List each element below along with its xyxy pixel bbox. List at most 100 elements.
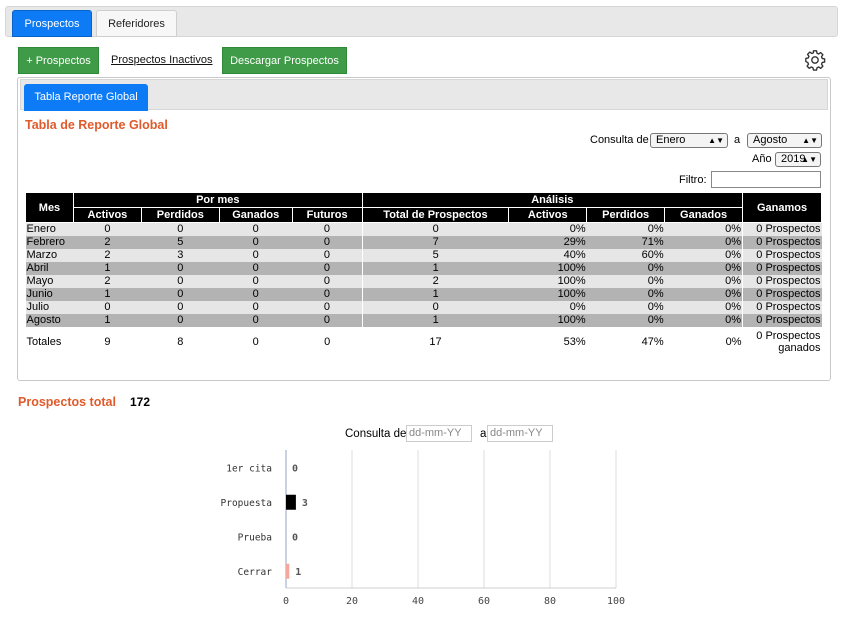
- total-prospects-label: Prospectos total: [18, 395, 116, 409]
- bar-value-label: 3: [302, 498, 308, 509]
- header-por-mes: Por mes: [72, 192, 363, 208]
- to-month-value: Agosto: [753, 134, 788, 146]
- table-row: Enero 0 0 0 0 0 0% 0% 0% 0 Prospectos: [25, 222, 822, 236]
- cell-total: 0: [361, 301, 509, 314]
- consulta-label: Consulta de: [590, 134, 649, 146]
- cell-perdidos: 0: [141, 222, 220, 236]
- totals-row: Totales 9 8 0 0 17 53% 47% 0% 0 Prospectos ganado…: [25, 327, 822, 356]
- cell-activos: 1: [73, 314, 142, 327]
- cell-ganados-pct: 0%: [664, 222, 743, 236]
- tab-prospectos[interactable]: Prospectos: [12, 10, 92, 37]
- cell-ganados: 0: [219, 275, 293, 288]
- cell-activos-pct: 100%: [508, 314, 587, 327]
- cell-activos-pct: 40%: [508, 249, 587, 262]
- table-row: Abril 1 0 0 0 1 100% 0% 0% 0 Prospectos: [25, 262, 822, 275]
- x-tick-label: 0: [283, 596, 289, 607]
- total-activos-pct: 53%: [508, 327, 587, 356]
- cell-perdidos: 0: [141, 314, 220, 327]
- cell-perdidos-pct: 71%: [586, 236, 665, 249]
- cell-ganamos: 0 Prospectos: [742, 262, 822, 275]
- cell-total: 0: [361, 222, 509, 236]
- header-perdidos-pct: Perdidos: [586, 207, 666, 223]
- from-month-select[interactable]: Enero ▲▼: [650, 133, 728, 148]
- bar-value-label: 0: [292, 463, 298, 474]
- cell-ganamos: 0 Prospectos: [742, 288, 822, 301]
- cell-ganados-pct: 0%: [664, 275, 743, 288]
- cell-ganamos: 0 Prospectos: [742, 301, 822, 314]
- total-activos: 9: [73, 327, 142, 356]
- date-consulta-label: Consulta de: [345, 428, 407, 440]
- cell-perdidos: 3: [141, 249, 220, 262]
- tab-referidores[interactable]: Referidores: [96, 10, 177, 37]
- x-tick-label: 80: [544, 596, 556, 607]
- cell-activos-pct: 100%: [508, 262, 587, 275]
- cell-total: 1: [361, 262, 509, 275]
- gear-icon[interactable]: [804, 49, 826, 71]
- header-ganados-pct: Ganados: [664, 207, 744, 223]
- table-row: Julio 0 0 0 0 0 0% 0% 0% 0 Prospectos: [25, 301, 822, 314]
- table-row: Marzo 2 3 0 0 5 40% 60% 0% 0 Prospectos: [25, 249, 822, 262]
- header-activos: Activos: [72, 207, 142, 223]
- total-perdidos-pct: 47%: [586, 327, 665, 356]
- header-ganados: Ganados: [218, 207, 293, 223]
- cell-ganados: 0: [219, 249, 293, 262]
- x-tick-label: 40: [412, 596, 424, 607]
- cell-futuros: 0: [292, 249, 363, 262]
- total-ganados: 0: [219, 327, 293, 356]
- header-ganamos: Ganamos: [742, 192, 822, 223]
- inactive-prospects-link[interactable]: Prospectos Inactivos: [111, 54, 213, 66]
- cell-mes: Agosto: [25, 314, 74, 327]
- cell-futuros: 0: [292, 275, 363, 288]
- y-category-label: Cerrar: [238, 567, 273, 578]
- to-month-select[interactable]: Agosto ▲▼: [747, 133, 822, 148]
- filter-input[interactable]: [711, 171, 821, 188]
- cell-activos-pct: 100%: [508, 288, 587, 301]
- cell-ganados: 0: [219, 262, 293, 275]
- tab-report-global[interactable]: Tabla Reporte Global: [24, 84, 148, 111]
- x-tick-label: 100: [607, 596, 625, 607]
- cell-activos: 0: [73, 301, 142, 314]
- cell-ganados-pct: 0%: [664, 288, 743, 301]
- bar: [286, 494, 296, 510]
- year-select[interactable]: 2019 ▲▼: [775, 152, 821, 167]
- table-row: Febrero 2 5 0 0 7 29% 71% 0% 0 Prospectos: [25, 236, 822, 249]
- a-label: a: [734, 134, 741, 146]
- cell-mes: Mayo: [25, 275, 74, 288]
- header-total-prospectos: Total de Prospectos: [361, 207, 510, 223]
- report-panel: Tabla Reporte Global Tabla de Reporte Gl…: [17, 77, 831, 381]
- cell-ganados: 0: [219, 314, 293, 327]
- total-futuros: 0: [292, 327, 363, 356]
- cell-activos: 1: [73, 288, 142, 301]
- cell-ganamos: 0 Prospectos: [742, 275, 822, 288]
- cell-ganados-pct: 0%: [664, 262, 743, 275]
- y-category-label: Propuesta: [221, 498, 272, 509]
- cell-perdidos: 0: [141, 288, 220, 301]
- cell-ganados: 0: [219, 236, 293, 249]
- cell-perdidos-pct: 0%: [586, 314, 665, 327]
- header-futuros: Futuros: [291, 207, 363, 223]
- total-ganados-pct: 0%: [664, 327, 743, 356]
- cell-ganados-pct: 0%: [664, 301, 743, 314]
- cell-perdidos: 0: [141, 301, 220, 314]
- download-prospects-button[interactable]: Descargar Prospectos: [222, 47, 347, 74]
- cell-perdidos-pct: 0%: [586, 222, 665, 236]
- table-row: Junio 1 0 0 0 1 100% 0% 0% 0 Prospectos: [25, 288, 822, 301]
- select-arrows-icon: ▲▼: [801, 155, 817, 164]
- cell-ganamos: 0 Prospectos: [742, 222, 822, 236]
- bar-value-label: 1: [295, 567, 301, 578]
- bar: [286, 563, 290, 579]
- total-prospects-value: 172: [130, 395, 151, 409]
- cell-activos: 0: [73, 222, 142, 236]
- cell-perdidos: 0: [141, 275, 220, 288]
- cell-ganados: 0: [219, 222, 293, 236]
- total-perdidos: 8: [141, 327, 220, 356]
- cell-total: 1: [361, 314, 509, 327]
- table-row: Agosto 1 0 0 0 1 100% 0% 0% 0 Prospectos: [25, 314, 822, 327]
- cell-activos: 2: [73, 236, 142, 249]
- cell-futuros: 0: [292, 222, 363, 236]
- header-analisis: Análisis: [361, 192, 744, 208]
- filter-label: Filtro:: [679, 174, 707, 186]
- add-prospect-button[interactable]: + Prospectos: [18, 47, 99, 74]
- cell-total: 5: [361, 249, 509, 262]
- report-tab-bar: Tabla Reporte Global: [20, 79, 828, 111]
